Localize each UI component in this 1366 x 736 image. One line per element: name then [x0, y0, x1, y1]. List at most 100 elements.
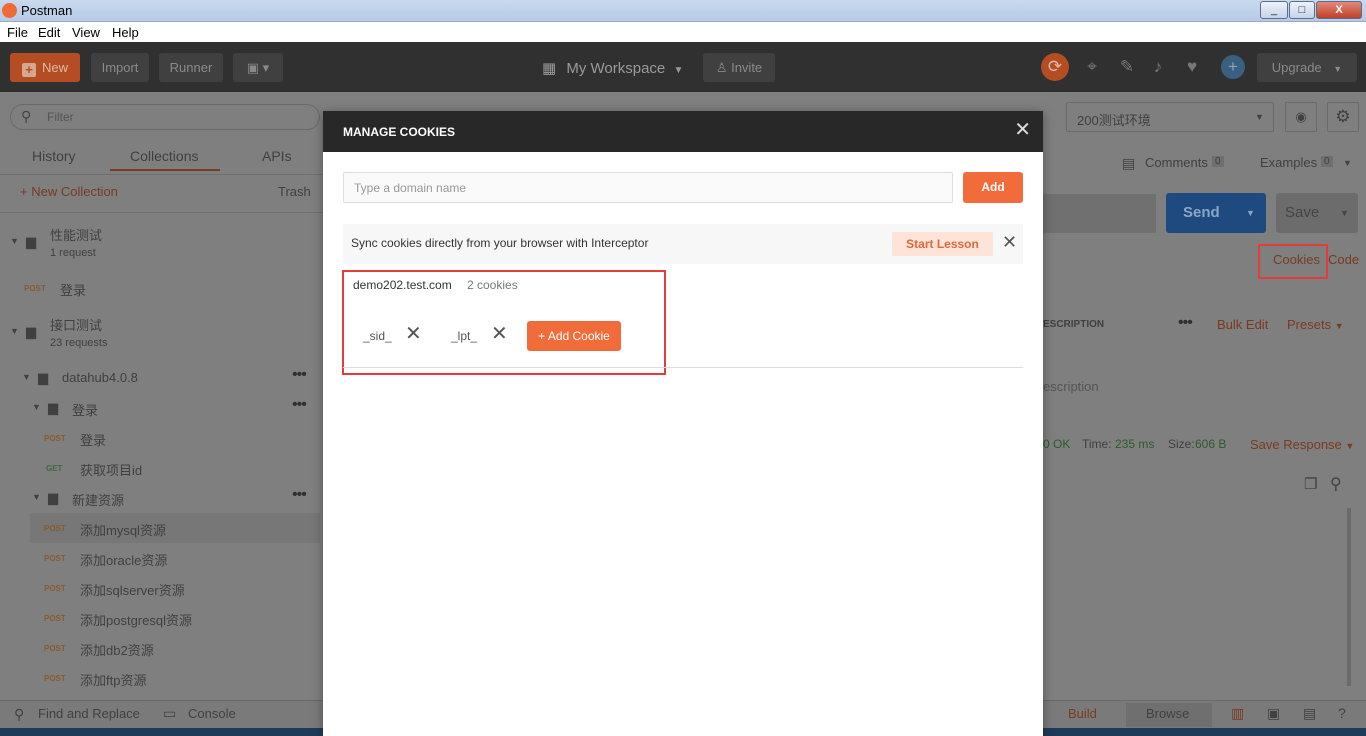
request-item[interactable]: POST 添加oracle资源 [0, 543, 330, 573]
request-item[interactable]: POST 登录 [0, 423, 330, 453]
chevron-down-icon: ▼ [22, 372, 31, 382]
chevron-down-icon: ▼ [1255, 112, 1264, 122]
chevron-down-icon: ▼ [32, 492, 41, 502]
request-item[interactable]: POST 添加sqlserver资源 [0, 573, 330, 603]
cookie-chip[interactable]: _lpt_ [451, 329, 477, 343]
split-icon[interactable]: ▣ [1267, 705, 1280, 722]
more-options-icon[interactable]: ••• [1178, 314, 1193, 332]
folder-item[interactable]: ▼ ▆ 新建资源 ••• [0, 483, 330, 513]
plus-icon: + [21, 63, 36, 77]
collection-item[interactable]: ▼ ▆ 接口测试 23 requests [0, 303, 330, 363]
help-icon[interactable]: ? [1338, 705, 1346, 721]
remove-cookie-icon[interactable]: ✕ [491, 323, 508, 345]
more-options-icon[interactable]: ••• [292, 366, 307, 384]
chevron-down-icon: ▼ [1343, 158, 1352, 168]
import-button[interactable]: Import [91, 53, 149, 82]
layout-icon[interactable]: ▥ [1231, 705, 1244, 722]
chevron-down-icon: ▼ [1246, 208, 1255, 218]
minimize-button[interactable]: _ [1260, 1, 1288, 19]
console-icon: ▭ [163, 705, 177, 721]
sync-icon[interactable]: ⟳ [1041, 53, 1069, 81]
cookie-domain: demo202.test.com [353, 278, 452, 292]
new-button[interactable]: + New [10, 53, 80, 82]
console-button[interactable]: Console [188, 706, 236, 721]
close-window-button[interactable]: X [1316, 1, 1362, 19]
wrench-icon[interactable]: ✎ [1115, 55, 1139, 79]
maximize-button[interactable]: □ [1289, 1, 1315, 19]
cookie-chip[interactable]: _sid_ [363, 329, 392, 343]
request-item[interactable]: POST 登录 [0, 273, 330, 303]
save-button[interactable]: Save ▼ [1276, 193, 1358, 233]
copy-icon[interactable]: ❐ [1304, 475, 1317, 493]
window-title: Postman [21, 3, 73, 18]
invite-button[interactable]: ♙ Invite [703, 53, 775, 82]
tab-apis[interactable]: APIs [262, 148, 292, 164]
save-response-dropdown[interactable]: Save Response ▼ [1250, 437, 1354, 452]
add-cookie-button[interactable]: + Add Cookie [527, 321, 621, 351]
collection-item[interactable]: ▼ ▆ 性能测试 1 request [0, 213, 330, 273]
menu-file[interactable]: File [7, 25, 28, 40]
tab-collections[interactable]: Collections [130, 148, 198, 164]
new-collection-button[interactable]: + New Collection [20, 184, 118, 199]
tab-history[interactable]: History [32, 148, 76, 164]
more-options-icon[interactable]: ••• [292, 486, 307, 504]
runner-button[interactable]: Runner [159, 53, 223, 82]
code-link[interactable]: Code [1328, 252, 1359, 267]
environment-select[interactable]: 200测试环境 ▼ [1066, 102, 1274, 132]
find-replace-button[interactable]: Find and Replace [38, 706, 140, 721]
tab-underline [110, 169, 220, 171]
close-icon[interactable]: ✕ [1002, 232, 1017, 252]
more-options-icon[interactable]: ••• [292, 396, 307, 414]
request-item[interactable]: POST 添加ftp资源 [0, 663, 330, 693]
request-item[interactable]: POST 添加mysql资源 [30, 513, 320, 543]
satellite-icon[interactable]: ⌖ [1080, 55, 1104, 79]
bell-icon[interactable]: ♪ [1146, 55, 1170, 79]
heart-icon[interactable]: ♥ [1180, 55, 1204, 79]
menu-edit[interactable]: Edit [38, 25, 60, 40]
postman-logo-icon [2, 3, 17, 18]
menu-view[interactable]: View [72, 25, 100, 40]
scrollbar[interactable] [1347, 508, 1351, 686]
interceptor-banner: Sync cookies directly from your browser … [343, 224, 1023, 264]
trash-button[interactable]: Trash [278, 184, 311, 199]
add-user-icon: ♙ [715, 60, 728, 75]
close-icon[interactable]: ✕ [1014, 120, 1031, 140]
search-icon[interactable]: ⚲ [1330, 474, 1342, 494]
menu-bar: File Edit View Help [0, 22, 1366, 42]
browse-tab[interactable]: Browse [1146, 706, 1189, 721]
profile-icon[interactable]: + [1221, 55, 1245, 79]
request-item[interactable]: POST 添加db2资源 [0, 633, 330, 663]
modal-header: MANAGE COOKIES ✕ [323, 111, 1043, 152]
new-window-button[interactable]: ▣ ▾ [233, 53, 283, 82]
comments-button[interactable]: Comments [1145, 155, 1208, 170]
folder-item[interactable]: ▼ ▆ 登录 ••• [0, 393, 330, 423]
presets-dropdown[interactable]: Presets ▼ [1287, 317, 1344, 332]
send-button[interactable]: Send ▼ [1166, 193, 1266, 233]
url-input[interactable] [1043, 194, 1156, 233]
folder-icon: ▆ [26, 234, 36, 249]
remove-cookie-icon[interactable]: ✕ [405, 323, 422, 345]
add-domain-button[interactable]: Add [963, 172, 1023, 203]
build-tab[interactable]: Build [1068, 706, 1097, 721]
bulk-edit-link[interactable]: Bulk Edit [1217, 317, 1268, 332]
menu-help[interactable]: Help [112, 25, 139, 40]
description-field[interactable]: escription [1043, 379, 1099, 394]
examples-button[interactable]: Examples [1260, 155, 1317, 170]
request-item[interactable]: GET 获取项目id [0, 453, 330, 483]
folder-item[interactable]: ▼ ▆ datahub4.0.8 ••• [0, 363, 330, 393]
workspace-selector[interactable]: ▦ My Workspace ▼ [542, 59, 683, 77]
request-item[interactable]: POST 添加postgresql资源 [0, 603, 330, 633]
eye-icon[interactable]: ◉ [1285, 102, 1317, 132]
filter-input[interactable]: ⚲ Filter [10, 104, 320, 130]
divider [0, 174, 330, 175]
upgrade-button[interactable]: Upgrade ▼ [1257, 53, 1357, 82]
bootcamp-icon[interactable]: ▤ [1303, 705, 1316, 722]
response-time: 235 ms [1115, 437, 1155, 451]
cookies-highlight [1258, 244, 1328, 279]
sidebar: ⚲ Filter History Collections APIs + New … [0, 92, 330, 700]
domain-input[interactable] [343, 172, 953, 203]
chevron-down-icon: ▼ [1334, 321, 1344, 331]
grid-icon: ▦ [542, 60, 557, 77]
gear-icon[interactable]: ⚙ [1327, 102, 1359, 132]
start-lesson-button[interactable]: Start Lesson [892, 232, 993, 256]
